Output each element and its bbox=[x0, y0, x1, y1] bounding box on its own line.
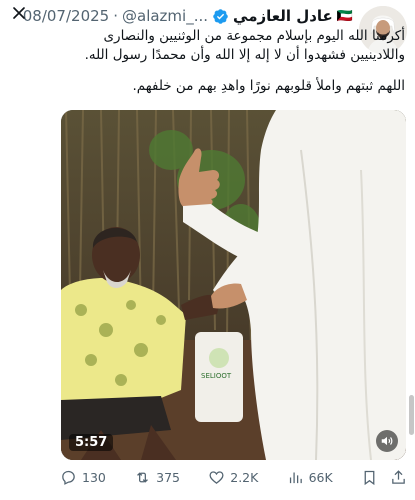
like-count: 2.2K bbox=[230, 469, 259, 485]
reply-count: 130 bbox=[82, 469, 106, 485]
share-button[interactable] bbox=[390, 469, 407, 486]
reply-button[interactable]: 130 bbox=[60, 469, 106, 486]
author-handle[interactable]: @alazmi_... bbox=[122, 7, 208, 25]
views-icon bbox=[289, 472, 302, 483]
repost-button[interactable]: 375 bbox=[134, 469, 180, 486]
post-paragraph: اللهم ثبتهم واملأ قلوبهم نورًا واهدِ بهم… bbox=[132, 78, 406, 94]
reply-icon bbox=[62, 470, 75, 485]
tweet[interactable]: 🇰🇼 عادل العازمي @alazmi_... · 08/07/2025… bbox=[0, 0, 415, 500]
bag-label: SELIOOT bbox=[201, 372, 232, 380]
video-timecode: 5:57 bbox=[69, 434, 114, 451]
bookmark-button[interactable] bbox=[361, 469, 378, 486]
more-icon[interactable] bbox=[8, 2, 30, 24]
author-name[interactable]: عادل العازمي bbox=[233, 7, 333, 25]
share-icon bbox=[392, 469, 405, 484]
repost-icon bbox=[137, 471, 149, 483]
repost-count: 375 bbox=[156, 469, 180, 485]
post-header: 🇰🇼 عادل العازمي @alazmi_... · 08/07/2025 bbox=[8, 4, 353, 28]
views-button[interactable]: 66K bbox=[287, 469, 333, 486]
video-frame: SELIOOT bbox=[61, 110, 406, 460]
video-player[interactable]: SELIOOT 5:57 bbox=[61, 110, 406, 460]
flag-emoji: 🇰🇼 bbox=[336, 8, 353, 24]
bookmark-icon bbox=[364, 470, 375, 485]
scrollbar[interactable] bbox=[409, 395, 414, 435]
header-separator: · bbox=[113, 7, 118, 25]
post-date[interactable]: 08/07/2025 bbox=[23, 7, 109, 25]
like-icon bbox=[209, 470, 224, 484]
verified-icon bbox=[212, 8, 229, 25]
post-paragraph: أكرمنا الله اليوم بإسلام مجموعة من الوثن… bbox=[84, 28, 405, 63]
secondary-actions bbox=[361, 469, 407, 486]
sound-icon[interactable] bbox=[376, 430, 398, 452]
action-bar: 130 375 2.2K 66K bbox=[60, 466, 407, 488]
post-text: أكرمنا الله اليوم بإسلام مجموعة من الوثن… bbox=[60, 27, 405, 108]
like-button[interactable]: 2.2K bbox=[208, 469, 258, 486]
views-count: 66K bbox=[308, 469, 333, 485]
